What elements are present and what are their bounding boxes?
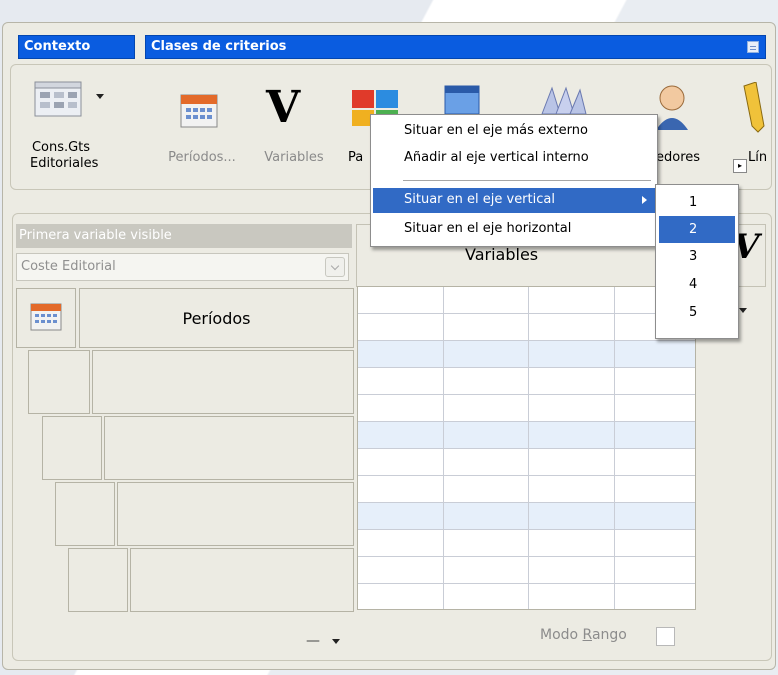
chevron-down-icon[interactable]	[739, 308, 747, 313]
submenu-item-label: 3	[689, 249, 698, 264]
table-row	[358, 449, 695, 476]
table-row	[358, 368, 695, 395]
report-table-icon	[34, 81, 82, 117]
submenu-item-label: 4	[689, 277, 698, 292]
grid-column-divider	[528, 287, 529, 609]
chevron-right-icon[interactable]: ▸	[733, 159, 747, 173]
variable-combo-value: Coste Editorial	[21, 259, 116, 274]
row-header-cell	[42, 416, 102, 480]
periodos-header-label: Períodos	[182, 308, 251, 328]
menu-item-label: Situar en el eje vertical	[404, 192, 555, 207]
first-visible-variable-header: Primera variable visible	[16, 224, 352, 248]
submenu-item-4[interactable]: 4	[659, 271, 735, 298]
modo-rango-label: Modo Rango	[540, 627, 627, 643]
context-label: Contexto	[18, 35, 135, 59]
letter-v-icon[interactable]: V	[266, 84, 300, 132]
menu-item-horizontal-axis[interactable]: Situar en el eje horizontal	[373, 217, 655, 242]
line-style-label: —	[306, 633, 320, 649]
submenu-item-label: 1	[689, 195, 698, 210]
table-row	[358, 503, 695, 530]
row-header-cell	[117, 482, 354, 546]
calendar-grid-icon[interactable]	[178, 92, 222, 132]
submenu-item-3[interactable]: 3	[659, 243, 735, 270]
periodos-toolbar-label[interactable]: Períodos...	[158, 150, 246, 166]
combo-dropdown-icon[interactable]	[325, 257, 345, 277]
table-row	[358, 476, 695, 503]
row-header-cell	[55, 482, 115, 546]
context-value-bar: Clases de criterios	[145, 35, 766, 59]
periodos-header[interactable]: Períodos	[79, 288, 354, 348]
variables-toolbar-label[interactable]: Variables	[256, 150, 332, 166]
menu-separator	[403, 180, 651, 181]
table-row	[358, 341, 695, 368]
submenu-item-2[interactable]: 2	[659, 216, 735, 243]
axis-level-submenu: 1 2 3 4 5	[655, 184, 739, 339]
row-header-cell	[92, 350, 354, 414]
row-header-cell	[68, 548, 128, 612]
proveedores-toolbar-label[interactable]: edores	[656, 150, 702, 166]
window-screen-icon[interactable]	[443, 84, 483, 118]
table-row	[358, 395, 695, 422]
context-menu: Situar en el eje más externo Añadir al e…	[370, 114, 658, 247]
grid-column-divider	[443, 287, 444, 609]
calendar-grid-icon	[30, 303, 62, 331]
books-icon[interactable]	[538, 84, 588, 118]
menu-item-vertical-axis[interactable]: Situar en el eje vertical	[373, 188, 655, 213]
menu-item-outer-axis[interactable]: Situar en el eje más externo	[373, 119, 655, 144]
menu-item-label: Situar en el eje horizontal	[404, 221, 572, 236]
line-style-selector[interactable]: —	[306, 633, 341, 649]
periodos-icon-button[interactable]	[16, 288, 76, 348]
pa-toolbar-label[interactable]: Pa	[348, 150, 370, 166]
table-row	[358, 314, 695, 341]
table-row	[358, 422, 695, 449]
variable-combo[interactable]: Coste Editorial	[16, 253, 349, 281]
table-row	[358, 557, 695, 584]
submenu-arrow-icon	[642, 196, 647, 204]
table-row	[358, 584, 695, 611]
grid-column-divider	[614, 287, 615, 609]
row-header-cell	[28, 350, 90, 414]
submenu-item-label: 5	[689, 305, 698, 320]
menu-item-add-inner-vertical[interactable]: Añadir al eje vertical interno	[373, 146, 655, 171]
lineas-toolbar-label[interactable]: Lín	[748, 150, 776, 166]
submenu-item-label: 2	[689, 222, 698, 237]
row-header-cell	[130, 548, 354, 612]
submenu-item-1[interactable]: 1	[659, 189, 735, 216]
row-header-cell	[104, 416, 354, 480]
modo-rango-checkbox[interactable]	[656, 627, 675, 646]
data-grid[interactable]	[357, 286, 696, 610]
modo-rango-prefix: Modo	[540, 627, 583, 643]
cons-gts-label: Cons.Gts Editoriales	[30, 140, 99, 171]
pencil-icon[interactable]	[738, 82, 768, 134]
chevron-down-icon[interactable]	[332, 638, 341, 644]
context-value: Clases de criterios	[151, 39, 287, 54]
modo-rango-accel: R	[582, 627, 592, 643]
context-menu-icon[interactable]	[747, 41, 759, 53]
submenu-item-5[interactable]: 5	[659, 299, 735, 326]
table-row	[358, 287, 695, 314]
menu-item-label: Situar en el eje más externo	[404, 123, 588, 138]
modo-rango-suffix: ango	[591, 627, 627, 643]
variables-header-label: Variables	[465, 245, 539, 264]
table-row	[358, 530, 695, 557]
menu-item-label: Añadir al eje vertical interno	[404, 150, 589, 165]
chevron-down-icon[interactable]	[96, 94, 104, 99]
